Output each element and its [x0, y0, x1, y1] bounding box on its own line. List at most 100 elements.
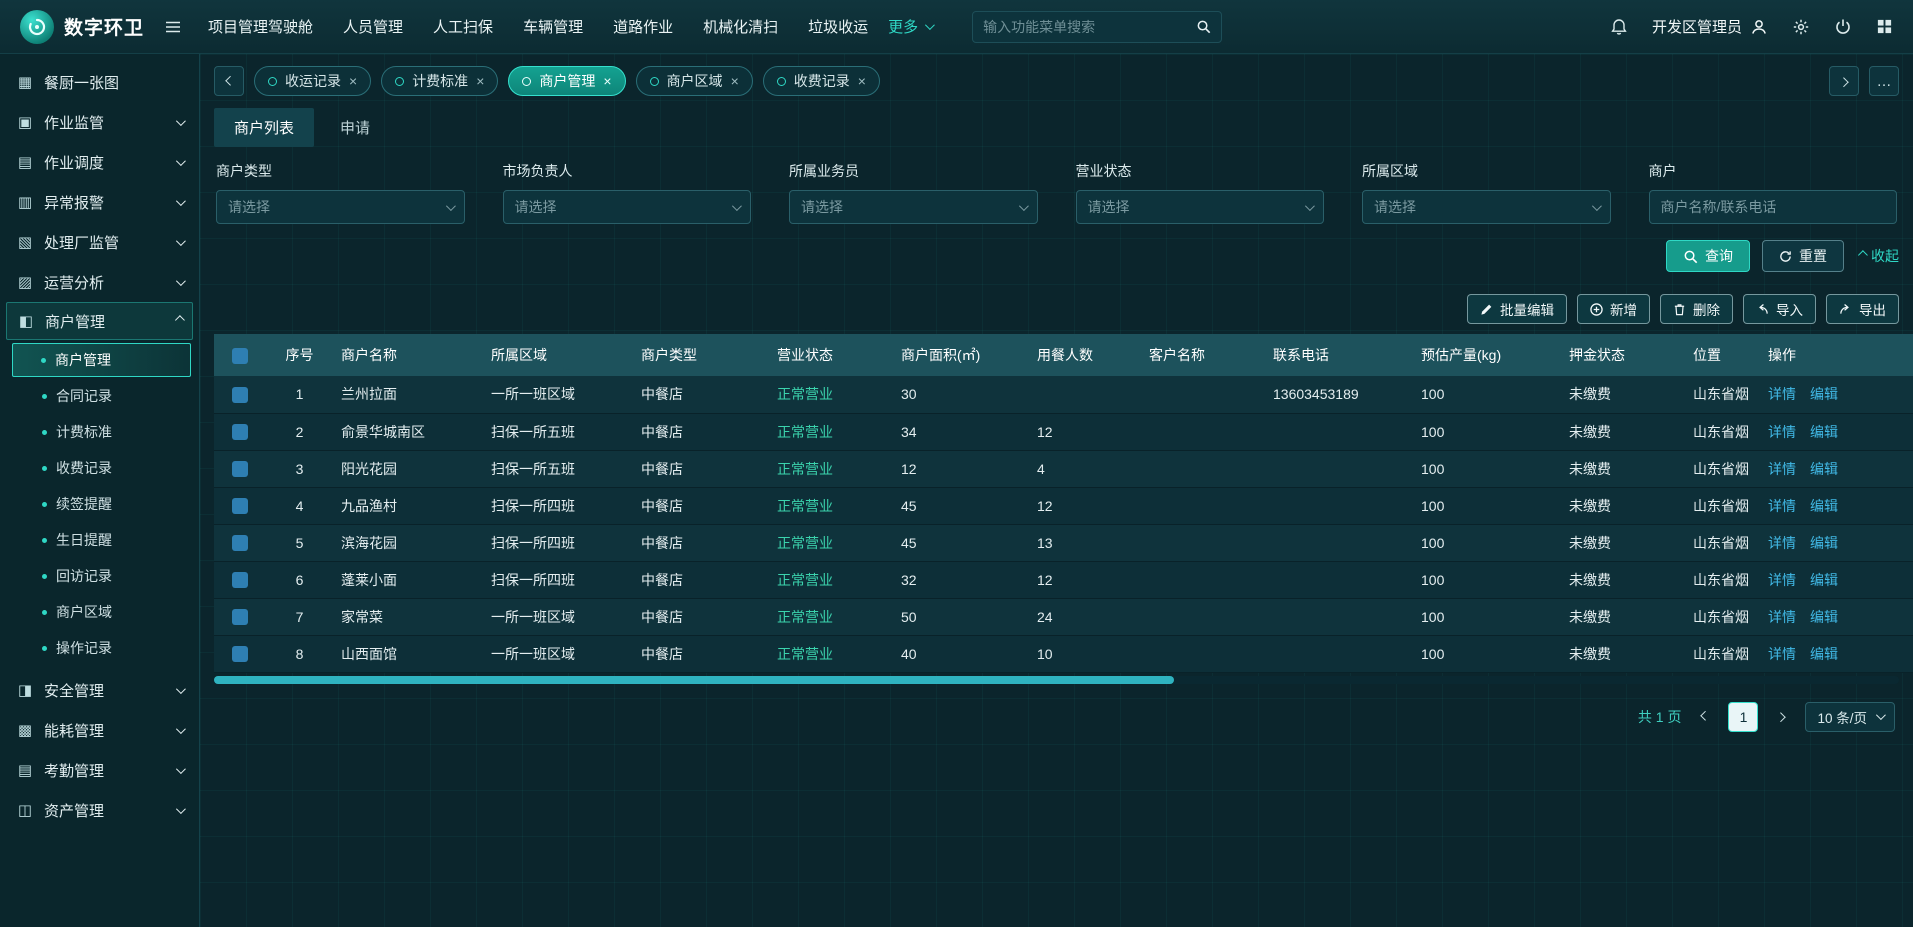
- row-checkbox[interactable]: [232, 498, 248, 514]
- edit-link[interactable]: 编辑: [1810, 424, 1838, 440]
- sidebar-item[interactable]: ▩能耗管理: [0, 710, 199, 750]
- settings-gear-icon[interactable]: [1792, 18, 1810, 36]
- select-all-checkbox[interactable]: [232, 348, 248, 364]
- search-button[interactable]: 查询: [1666, 240, 1750, 272]
- sidebar-item[interactable]: ▧处理厂监管: [0, 222, 199, 262]
- top-nav-item[interactable]: 人员管理: [343, 16, 403, 37]
- sidebar-subitem[interactable]: 收费记录: [0, 450, 199, 486]
- cell-phone: [1265, 635, 1413, 672]
- filter-select[interactable]: 请选择: [1362, 190, 1611, 224]
- top-nav-item[interactable]: 人工扫保: [433, 16, 493, 37]
- detail-link[interactable]: 详情: [1768, 535, 1796, 551]
- content-tab[interactable]: 商户列表: [214, 108, 314, 147]
- edit-link[interactable]: 编辑: [1810, 498, 1838, 514]
- sidebar-item[interactable]: ▨运营分析: [0, 262, 199, 302]
- page-tab[interactable]: 商户管理×: [508, 66, 625, 96]
- edit-link[interactable]: 编辑: [1810, 386, 1838, 402]
- menu-search-input[interactable]: [983, 19, 1188, 35]
- collapse-filters-link[interactable]: 收起: [1858, 246, 1899, 266]
- sidebar-subitem[interactable]: 计费标准: [0, 414, 199, 450]
- filter-select[interactable]: 请选择: [1076, 190, 1325, 224]
- page-tab[interactable]: 收费记录×: [763, 66, 880, 96]
- sidebar-item[interactable]: ▤作业调度: [0, 142, 199, 182]
- edit-link[interactable]: 编辑: [1810, 646, 1838, 662]
- sidebar-subitem[interactable]: 合同记录: [0, 378, 199, 414]
- detail-link[interactable]: 详情: [1768, 424, 1796, 440]
- nav-more-button[interactable]: 更多: [888, 16, 932, 37]
- sidebar-item[interactable]: ◫资产管理: [0, 790, 199, 830]
- sidebar-subitem[interactable]: 操作记录: [0, 630, 199, 666]
- close-icon[interactable]: ×: [476, 74, 484, 88]
- filter-select[interactable]: 请选择: [216, 190, 465, 224]
- edit-link[interactable]: 编辑: [1810, 572, 1838, 588]
- user-menu[interactable]: 开发区管理员: [1652, 16, 1768, 37]
- page-tab[interactable]: 计费标准×: [381, 66, 498, 96]
- row-checkbox[interactable]: [232, 461, 248, 477]
- cell-diners: 10: [1029, 635, 1141, 672]
- scrollbar-thumb[interactable]: [214, 676, 1174, 684]
- close-icon[interactable]: ×: [349, 74, 357, 88]
- row-checkbox[interactable]: [232, 424, 248, 440]
- logout-power-icon[interactable]: [1834, 18, 1852, 36]
- sidebar-item[interactable]: ◧商户管理: [6, 302, 193, 340]
- sidebar-item[interactable]: ▥异常报警: [0, 182, 199, 222]
- prev-page-button[interactable]: [1697, 709, 1712, 724]
- sidebar-subitem[interactable]: 续签提醒: [0, 486, 199, 522]
- sidebar-subitem[interactable]: 生日提醒: [0, 522, 199, 558]
- reset-button[interactable]: 重置: [1762, 240, 1844, 272]
- table-action-button[interactable]: 导出: [1826, 294, 1899, 324]
- content-tab[interactable]: 申请: [320, 108, 390, 147]
- row-checkbox[interactable]: [232, 609, 248, 625]
- cell-diners: 12: [1029, 561, 1141, 598]
- edit-link[interactable]: 编辑: [1810, 609, 1838, 625]
- edit-link[interactable]: 编辑: [1810, 535, 1838, 551]
- detail-link[interactable]: 详情: [1768, 609, 1796, 625]
- table-action-button[interactable]: 批量编辑: [1467, 294, 1567, 324]
- table-action-button[interactable]: 导入: [1743, 294, 1816, 324]
- sidebar-item[interactable]: ▣作业监管: [0, 102, 199, 142]
- menu-search-box[interactable]: [972, 11, 1222, 43]
- table-action-button[interactable]: 新增: [1577, 294, 1650, 324]
- current-page-button[interactable]: 1: [1728, 702, 1758, 732]
- detail-link[interactable]: 详情: [1768, 498, 1796, 514]
- page-tab[interactable]: 商户区域×: [636, 66, 753, 96]
- row-checkbox[interactable]: [232, 387, 248, 403]
- sidebar-item[interactable]: ▤考勤管理: [0, 750, 199, 790]
- scroll-tabs-right-button[interactable]: [1829, 66, 1859, 96]
- detail-link[interactable]: 详情: [1768, 461, 1796, 477]
- sidebar-subitem[interactable]: 商户区域: [0, 594, 199, 630]
- edit-link[interactable]: 编辑: [1810, 461, 1838, 477]
- close-icon[interactable]: ×: [603, 74, 611, 88]
- page-tab[interactable]: 收运记录×: [254, 66, 371, 96]
- close-icon[interactable]: ×: [858, 74, 866, 88]
- detail-link[interactable]: 详情: [1768, 646, 1796, 662]
- row-checkbox[interactable]: [232, 646, 248, 662]
- table-action-button[interactable]: 删除: [1660, 294, 1733, 324]
- scroll-tabs-left-button[interactable]: [214, 66, 244, 96]
- detail-link[interactable]: 详情: [1768, 572, 1796, 588]
- notifications-bell-icon[interactable]: [1610, 18, 1628, 36]
- close-icon[interactable]: ×: [731, 74, 739, 88]
- hamburger-menu-icon[interactable]: [164, 18, 182, 36]
- sidebar-item[interactable]: ◨安全管理: [0, 670, 199, 710]
- horizontal-scrollbar[interactable]: [214, 676, 1899, 684]
- detail-link[interactable]: 详情: [1768, 386, 1796, 402]
- row-checkbox[interactable]: [232, 535, 248, 551]
- top-nav-item[interactable]: 垃圾收运: [808, 16, 868, 37]
- top-nav-item[interactable]: 项目管理驾驶舱: [208, 16, 313, 37]
- tabs-more-button[interactable]: …: [1869, 66, 1899, 96]
- merchant-search-input[interactable]: [1661, 199, 1886, 215]
- filter-select[interactable]: 请选择: [789, 190, 1038, 224]
- top-nav-item[interactable]: 机械化清扫: [703, 16, 778, 37]
- top-nav-item[interactable]: 车辆管理: [523, 16, 583, 37]
- next-page-button[interactable]: [1774, 709, 1789, 724]
- apps-grid-icon[interactable]: [1876, 18, 1893, 35]
- row-checkbox[interactable]: [232, 572, 248, 588]
- sidebar-item[interactable]: ▦餐厨一张图: [0, 62, 199, 102]
- page-size-select[interactable]: 10 条/页: [1805, 702, 1895, 732]
- search-icon[interactable]: [1196, 19, 1211, 34]
- top-nav-item[interactable]: 道路作业: [613, 16, 673, 37]
- sidebar-subitem[interactable]: 商户管理: [12, 343, 191, 377]
- filter-select[interactable]: 请选择: [503, 190, 752, 224]
- sidebar-subitem[interactable]: 回访记录: [0, 558, 199, 594]
